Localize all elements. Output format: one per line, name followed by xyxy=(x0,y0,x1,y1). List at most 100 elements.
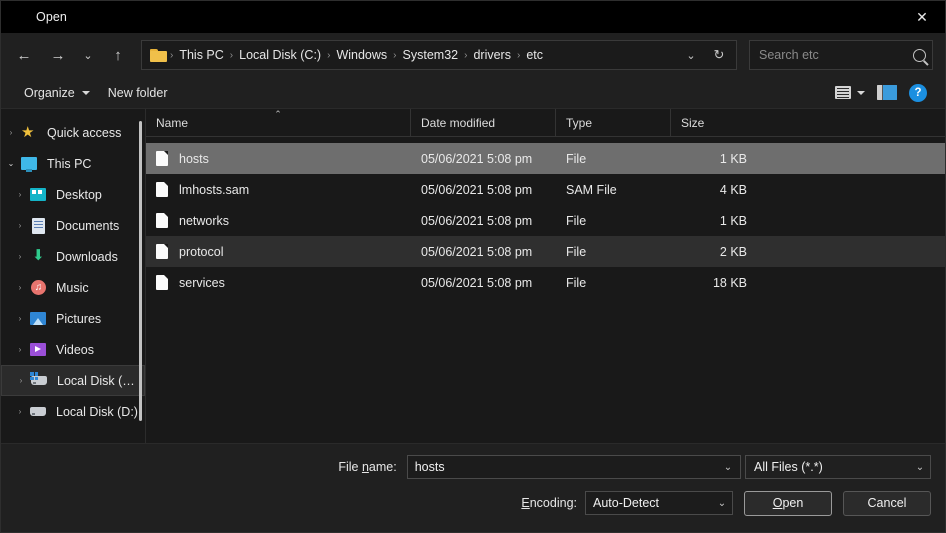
videos-icon xyxy=(30,341,47,358)
new-folder-button[interactable]: New folder xyxy=(99,81,177,105)
file-date: 05/06/2021 5:08 pm xyxy=(411,245,556,259)
file-name-cell: protocol xyxy=(146,244,411,259)
file-date: 05/06/2021 5:08 pm xyxy=(411,152,556,166)
filename-combobox[interactable]: ⌄ xyxy=(407,455,741,479)
column-header-name[interactable]: ⌃ Name xyxy=(146,109,411,137)
chevron-down-icon[interactable]: ⌄ xyxy=(678,42,704,68)
sidebar-item-label: Documents xyxy=(56,219,119,233)
windows-disk-icon xyxy=(31,372,48,389)
column-header-type[interactable]: Type xyxy=(556,109,671,137)
breadcrumb-item-etc[interactable]: etc xyxy=(521,45,548,65)
column-header-size[interactable]: Size xyxy=(671,109,753,137)
dialog-footer: File name: ⌄ All Files (*.*) ⌄ Encoding:… xyxy=(1,443,945,532)
breadcrumb-item-local-disk-c[interactable]: Local Disk (C:) xyxy=(234,45,326,65)
file-icon xyxy=(156,244,168,259)
forward-button[interactable]: → xyxy=(41,40,75,70)
sidebar-item-label: Music xyxy=(56,281,89,295)
column-header-date-modified[interactable]: Date modified xyxy=(411,109,556,137)
sidebar-item-local-disk-c[interactable]: › Local Disk (C:) xyxy=(1,365,145,396)
filetype-value: All Files (*.*) xyxy=(754,460,910,474)
file-size: 4 KB xyxy=(671,183,753,197)
recent-locations-button[interactable]: ⌄ xyxy=(75,40,101,70)
sidebar-item-label: Videos xyxy=(56,343,94,357)
preview-pane-button[interactable] xyxy=(871,81,903,104)
chevron-right-icon[interactable]: › xyxy=(10,345,30,354)
sidebar-item-videos[interactable]: › Videos xyxy=(1,334,145,365)
chevron-right-icon[interactable]: › xyxy=(10,190,30,199)
sidebar-item-this-pc[interactable]: ⌄ This PC xyxy=(1,148,145,179)
downloads-icon: ⬇ xyxy=(30,248,47,265)
file-name-cell: hosts xyxy=(146,151,411,166)
table-row[interactable]: hosts 05/06/2021 5:08 pm File 1 KB xyxy=(146,143,945,174)
filename-input[interactable] xyxy=(415,460,718,474)
file-size: 1 KB xyxy=(671,152,753,166)
file-date: 05/06/2021 5:08 pm xyxy=(411,276,556,290)
new-folder-label: New folder xyxy=(108,86,168,100)
documents-icon xyxy=(30,217,47,234)
filename-row: File name: ⌄ All Files (*.*) ⌄ xyxy=(15,450,931,484)
encoding-row: Encoding: Auto-Detect ⌄ Open Cancel xyxy=(15,486,931,520)
encoding-dropdown[interactable]: Auto-Detect ⌄ xyxy=(585,491,733,515)
table-row[interactable]: lmhosts.sam 05/06/2021 5:08 pm SAM File … xyxy=(146,174,945,205)
file-icon xyxy=(156,151,168,166)
sidebar-item-downloads[interactable]: › ⬇ Downloads xyxy=(1,241,145,272)
search-input[interactable] xyxy=(759,48,913,62)
sort-ascending-icon: ⌃ xyxy=(274,110,282,119)
sidebar-item-local-disk-d[interactable]: › Local Disk (D:) xyxy=(1,396,145,427)
sidebar-item-label: Local Disk (D:) xyxy=(56,405,138,419)
column-label: Name xyxy=(156,116,188,130)
up-button[interactable]: ↑ xyxy=(101,40,135,70)
breadcrumb-item-windows[interactable]: Windows xyxy=(331,45,392,65)
file-type: SAM File xyxy=(556,183,671,197)
table-row[interactable]: services 05/06/2021 5:08 pm File 18 KB xyxy=(146,267,945,298)
chevron-right-icon[interactable]: › xyxy=(11,376,31,385)
cancel-button[interactable]: Cancel xyxy=(843,491,931,516)
close-icon[interactable]: ✕ xyxy=(899,1,945,33)
file-type: File xyxy=(556,152,671,166)
window-title: Open xyxy=(36,10,67,24)
column-label: Size xyxy=(681,116,704,130)
file-type: File xyxy=(556,214,671,228)
back-button[interactable]: ← xyxy=(7,40,41,70)
sidebar-item-documents[interactable]: › Documents xyxy=(1,210,145,241)
table-row[interactable]: protocol 05/06/2021 5:08 pm File 2 KB xyxy=(146,236,945,267)
refresh-icon[interactable]: ↻ xyxy=(704,42,734,68)
help-button[interactable]: ? xyxy=(903,80,933,106)
file-name: hosts xyxy=(179,152,209,166)
column-label: Date modified xyxy=(421,116,495,130)
filetype-dropdown[interactable]: All Files (*.*) ⌄ xyxy=(745,455,931,479)
help-icon: ? xyxy=(909,84,927,102)
breadcrumb-item-drivers[interactable]: drivers xyxy=(468,45,516,65)
address-bar[interactable]: › This PC › Local Disk (C:) › Windows › … xyxy=(141,40,737,70)
file-icon xyxy=(156,275,168,290)
file-name: services xyxy=(179,276,225,290)
sidebar-item-music[interactable]: › ♫ Music xyxy=(1,272,145,303)
file-size: 2 KB xyxy=(671,245,753,259)
organize-button[interactable]: Organize xyxy=(15,81,99,105)
chevron-down-icon[interactable]: ⌄ xyxy=(718,456,738,478)
breadcrumb-item-system32[interactable]: System32 xyxy=(398,45,464,65)
chevron-down-icon xyxy=(82,91,90,95)
table-row[interactable]: networks 05/06/2021 5:08 pm File 1 KB xyxy=(146,205,945,236)
file-list-pane: ⌃ Name Date modified Type Size hosts xyxy=(146,109,945,443)
chevron-right-icon[interactable]: › xyxy=(10,221,30,230)
file-type: File xyxy=(556,276,671,290)
open-button[interactable]: Open xyxy=(744,491,832,516)
chevron-down-icon[interactable]: ⌄ xyxy=(1,159,21,168)
sidebar-item-label: Desktop xyxy=(56,188,102,202)
folder-icon xyxy=(150,48,167,62)
file-size: 1 KB xyxy=(671,214,753,228)
sidebar-item-desktop[interactable]: › Desktop xyxy=(1,179,145,210)
chevron-right-icon[interactable]: › xyxy=(10,407,30,416)
chevron-right-icon[interactable]: › xyxy=(10,314,30,323)
chevron-down-icon xyxy=(857,91,865,95)
search-box[interactable] xyxy=(749,40,933,70)
chevron-right-icon[interactable]: › xyxy=(10,283,30,292)
chevron-right-icon[interactable]: › xyxy=(1,128,21,137)
sidebar-item-quick-access[interactable]: › ★ Quick access xyxy=(1,117,145,148)
sidebar-item-pictures[interactable]: › Pictures xyxy=(1,303,145,334)
change-view-button[interactable] xyxy=(829,82,871,103)
sidebar-scrollbar[interactable] xyxy=(139,121,142,421)
chevron-right-icon[interactable]: › xyxy=(10,252,30,261)
breadcrumb-item-this-pc[interactable]: This PC xyxy=(174,45,228,65)
